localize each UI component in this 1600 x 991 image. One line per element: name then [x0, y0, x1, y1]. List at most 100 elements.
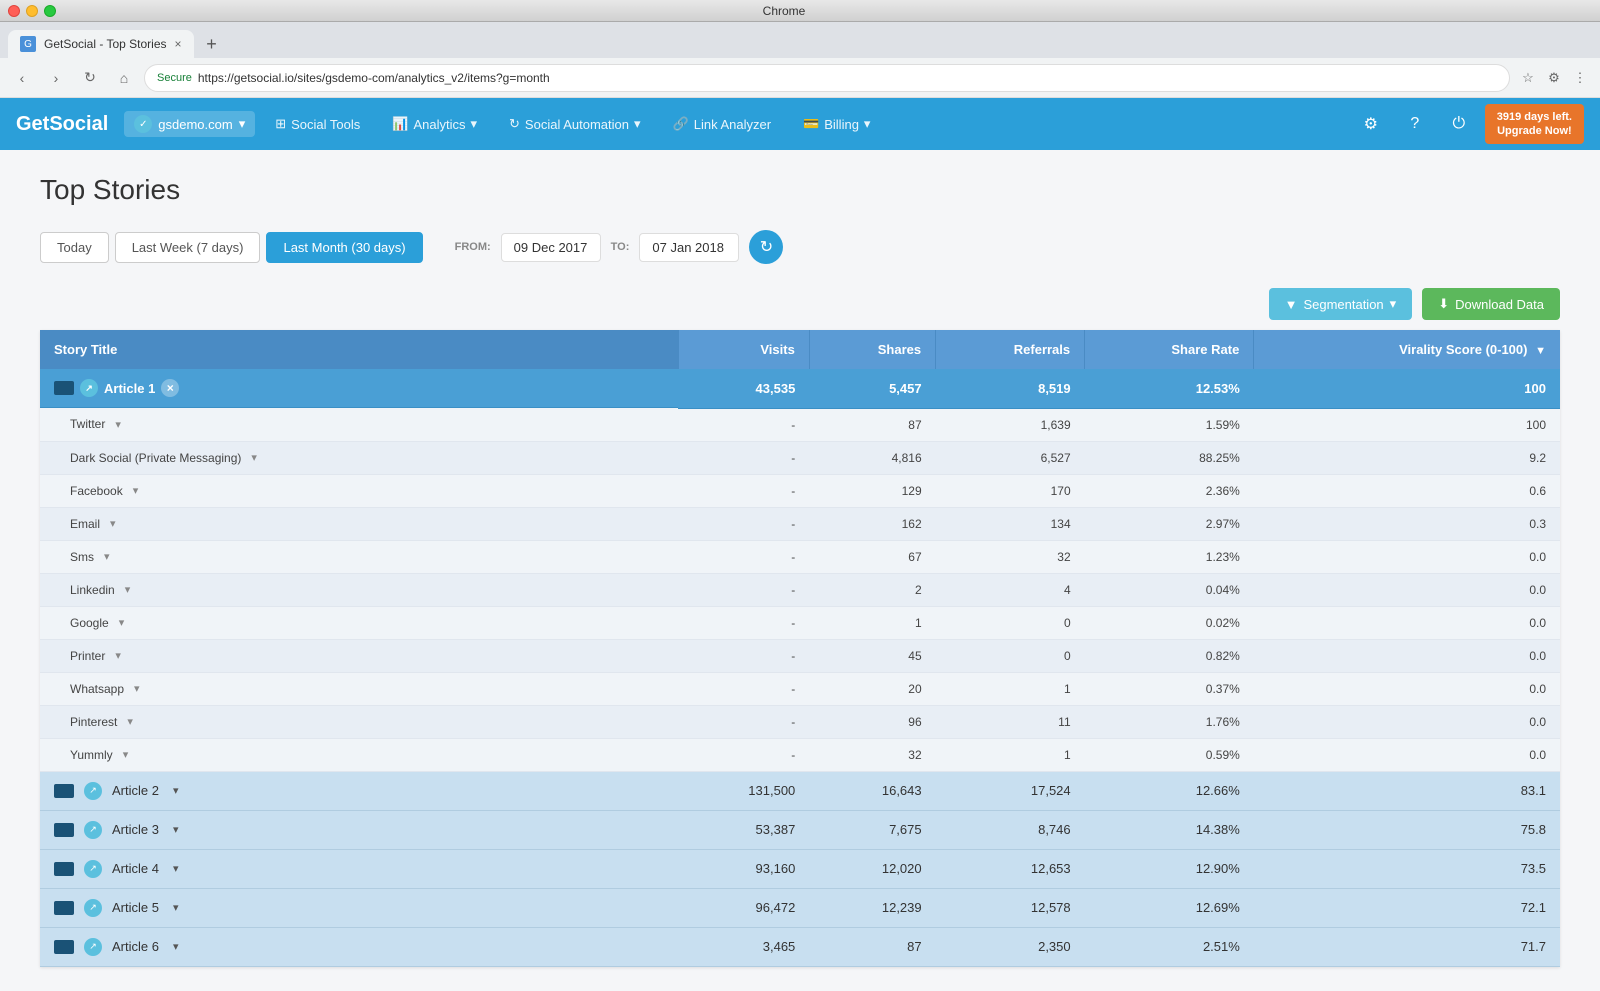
article-share-icon: ↗: [80, 379, 98, 397]
sub-row-virality: 0.0: [1254, 738, 1560, 771]
site-chevron-icon: ▾: [239, 116, 246, 132]
sub-row-twitter[interactable]: Twitter ▾ - 87 1,639 1.59% 100: [40, 408, 1560, 441]
article-row-6[interactable]: ↗ Article 6 ▾ 3,465 87 2,350 2.51% 71.7: [40, 927, 1560, 966]
upgrade-btn[interactable]: 3919 days left. Upgrade Now!: [1485, 104, 1584, 145]
sub-row-name-text: Dark Social (Private Messaging): [70, 451, 241, 465]
power-icon[interactable]: ⏻: [1441, 106, 1477, 142]
forward-btn[interactable]: ›: [42, 64, 70, 92]
new-tab-btn[interactable]: +: [198, 30, 226, 58]
sort-icon[interactable]: ▼: [1535, 345, 1546, 357]
sub-row-whatsapp[interactable]: Whatsapp ▾ - 20 1 0.37% 0.0: [40, 672, 1560, 705]
seg-chevron-icon: ▾: [1390, 296, 1397, 312]
sub-row-chevron-icon[interactable]: ▾: [115, 649, 121, 662]
sub-row-dark-social-(private-messaging)[interactable]: Dark Social (Private Messaging) ▾ - 4,81…: [40, 441, 1560, 474]
last-week-btn[interactable]: Last Week (7 days): [115, 232, 261, 263]
sub-row-chevron-icon[interactable]: ▾: [125, 583, 131, 596]
segmentation-btn[interactable]: ▼ Segmentation ▾: [1269, 288, 1413, 320]
download-icon: ⬇: [1438, 296, 1449, 312]
article-1-virality: 100: [1254, 369, 1560, 408]
last-month-btn[interactable]: Last Month (30 days): [266, 232, 422, 263]
refresh-btn[interactable]: ↻: [749, 230, 783, 264]
article-title-text: Article 6: [112, 939, 159, 954]
sub-row-chevron-icon[interactable]: ▾: [123, 748, 129, 761]
close-window-btn[interactable]: [8, 5, 20, 17]
article-chevron-icon[interactable]: ▾: [173, 862, 179, 875]
sub-row-virality: 0.0: [1254, 573, 1560, 606]
help-icon[interactable]: ?: [1397, 106, 1433, 142]
sub-row-name-text: Twitter: [70, 417, 105, 431]
settings-icon[interactable]: ⚙: [1353, 106, 1389, 142]
sub-row-chevron-icon[interactable]: ▾: [127, 715, 133, 728]
sub-row-yummly[interactable]: Yummly ▾ - 32 1 0.59% 0.0: [40, 738, 1560, 771]
article-visits: 131,500: [678, 771, 809, 810]
nav-analytics[interactable]: 📊 Analytics ▾: [380, 110, 489, 138]
nav-social-tools[interactable]: ⊞ Social Tools: [263, 110, 372, 138]
sub-row-shares: 67: [809, 540, 935, 573]
sub-row-chevron-icon[interactable]: ▾: [251, 451, 257, 464]
url-bar[interactable]: Secure https://getsocial.io/sites/gsdemo…: [144, 64, 1510, 92]
period-buttons: Today Last Week (7 days) Last Month (30 …: [40, 232, 423, 263]
sub-row-printer[interactable]: Printer ▾ - 45 0 0.82% 0.0: [40, 639, 1560, 672]
back-btn[interactable]: ‹: [8, 64, 36, 92]
sub-row-share-rate: 0.02%: [1085, 606, 1254, 639]
sub-row-referrals: 1,639: [936, 408, 1085, 441]
sub-row-chevron-icon[interactable]: ▾: [133, 484, 139, 497]
to-date[interactable]: 07 Jan 2018: [639, 233, 739, 262]
nav-billing[interactable]: 💳 Billing ▾: [791, 110, 882, 138]
sub-row-pinterest[interactable]: Pinterest ▾ - 96 11 1.76% 0.0: [40, 705, 1560, 738]
sub-row-virality: 9.2: [1254, 441, 1560, 474]
article-row-3[interactable]: ↗ Article 3 ▾ 53,387 7,675 8,746 14.38% …: [40, 810, 1560, 849]
article-row-5[interactable]: ↗ Article 5 ▾ 96,472 12,239 12,578 12.69…: [40, 888, 1560, 927]
secure-label: Secure: [157, 72, 192, 84]
sub-row-name-text: Pinterest: [70, 715, 117, 729]
article-1-share-rate: 12.53%: [1085, 369, 1254, 408]
site-selector[interactable]: ✓ gsdemo.com ▾: [124, 111, 255, 137]
sub-row-google[interactable]: Google ▾ - 1 0 0.02% 0.0: [40, 606, 1560, 639]
main-content: Top Stories Today Last Week (7 days) Las…: [0, 150, 1600, 991]
tab-close-btn[interactable]: ×: [175, 37, 182, 51]
sub-row-chevron-icon[interactable]: ▾: [104, 550, 110, 563]
sub-row-shares: 2: [809, 573, 935, 606]
from-date[interactable]: 09 Dec 2017: [501, 233, 601, 262]
sub-row-email[interactable]: Email ▾ - 162 134 2.97% 0.3: [40, 507, 1560, 540]
today-btn[interactable]: Today: [40, 232, 109, 263]
article-row-1[interactable]: ↗ Article 1 × 43,535 5,457 8,519 12.53% …: [40, 369, 1560, 408]
sub-row-chevron-icon[interactable]: ▾: [110, 517, 116, 530]
sub-row-chevron-icon[interactable]: ▾: [119, 616, 125, 629]
sub-row-linkedin[interactable]: Linkedin ▾ - 2 4 0.04% 0.0: [40, 573, 1560, 606]
th-visits: Visits: [678, 330, 809, 369]
sub-row-chevron-icon[interactable]: ▾: [134, 682, 140, 695]
download-btn[interactable]: ⬇ Download Data: [1422, 288, 1560, 320]
nav-social-automation[interactable]: ↻ Social Automation ▾: [497, 110, 653, 138]
sub-row-chevron-icon[interactable]: ▾: [115, 418, 121, 431]
article-row-2[interactable]: ↗ Article 2 ▾ 131,500 16,643 17,524 12.6…: [40, 771, 1560, 810]
article-analytics-icon: [54, 381, 74, 395]
billing-chevron-icon: ▾: [864, 116, 871, 132]
article-share-icon: ↗: [84, 782, 102, 800]
article-share-rate: 12.66%: [1085, 771, 1254, 810]
article-1-close-icon[interactable]: ×: [161, 379, 179, 397]
article-chevron-icon[interactable]: ▾: [173, 940, 179, 953]
article-chevron-icon[interactable]: ▾: [173, 784, 179, 797]
sub-row-referrals: 0: [936, 639, 1085, 672]
minimize-window-btn[interactable]: [26, 5, 38, 17]
app-logo[interactable]: GetSocial: [16, 113, 108, 136]
active-tab[interactable]: G GetSocial - Top Stories ×: [8, 30, 194, 58]
article-row-4[interactable]: ↗ Article 4 ▾ 93,160 12,020 12,653 12.90…: [40, 849, 1560, 888]
menu-icon[interactable]: ⋮: [1568, 66, 1592, 90]
reload-btn[interactable]: ↻: [76, 64, 104, 92]
article-share-rate: 2.51%: [1085, 927, 1254, 966]
nav-link-analyzer[interactable]: 🔗 Link Analyzer: [661, 110, 784, 138]
bookmark-icon[interactable]: ☆: [1516, 66, 1540, 90]
home-btn[interactable]: ⌂: [110, 64, 138, 92]
article-chevron-icon[interactable]: ▾: [173, 901, 179, 914]
article-1-title: Article 1: [104, 381, 155, 396]
sub-row-name-text: Google: [70, 616, 109, 630]
sub-row-facebook[interactable]: Facebook ▾ - 129 170 2.36% 0.6: [40, 474, 1560, 507]
extensions-icon[interactable]: ⚙: [1542, 66, 1566, 90]
maximize-window-btn[interactable]: [44, 5, 56, 17]
article-1-referrals: 8,519: [936, 369, 1085, 408]
sub-row-sms[interactable]: Sms ▾ - 67 32 1.23% 0.0: [40, 540, 1560, 573]
sub-row-share-rate: 0.82%: [1085, 639, 1254, 672]
article-chevron-icon[interactable]: ▾: [173, 823, 179, 836]
